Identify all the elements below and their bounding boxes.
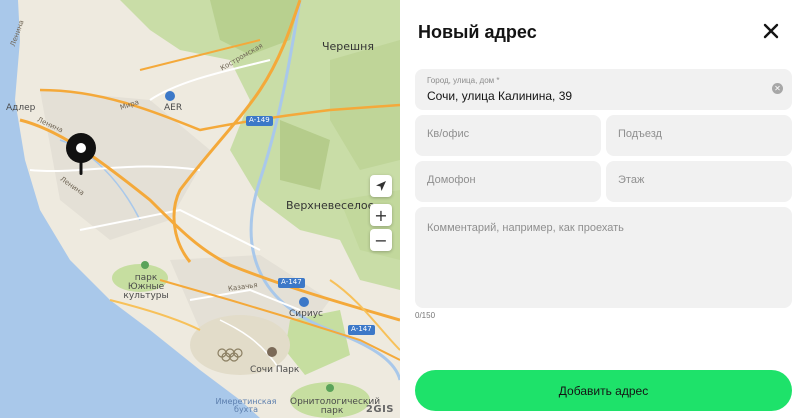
map-label-sochi-park: Сочи Парк (250, 365, 300, 375)
floor-placeholder: Этаж (618, 174, 645, 186)
map-label-park: парк Южные культуры (123, 273, 169, 301)
comment-field[interactable]: Комментарий, например, как проехать (415, 207, 792, 308)
navigation-arrow-icon (376, 181, 386, 191)
location-pin-icon[interactable] (64, 133, 98, 177)
map-label-aer: AER (164, 103, 183, 113)
map-view[interactable]: Черешня Верхневеселое Адлер Ленина Ленин… (0, 0, 400, 418)
address-field[interactable]: Город, улица, дом * Сочи, улица Калинина… (415, 69, 792, 110)
entrance-placeholder: Подъезд (618, 128, 662, 140)
clear-icon[interactable]: ✕ (772, 83, 783, 94)
office-placeholder: Кв/офис (427, 128, 470, 140)
road-badge-a147-2: А-147 (348, 325, 375, 335)
map-label-chereshnya: Черешня (322, 40, 374, 53)
panel-title: Новый адрес (418, 22, 537, 42)
map-brand-logo: 2GIS (365, 404, 394, 415)
zoom-in-button[interactable]: + (370, 204, 392, 226)
close-icon[interactable] (761, 21, 781, 41)
road-badge-a147-1: А-147 (278, 278, 305, 288)
intercom-placeholder: Домофон (427, 174, 476, 186)
map-label-adler: Адлер (6, 103, 36, 113)
comment-counter: 0/150 (415, 311, 436, 320)
office-field[interactable]: Кв/офис (415, 115, 601, 156)
map-label-verkhnevesseloe: Верхневеселое (286, 199, 375, 212)
intercom-field[interactable]: Домофон (415, 161, 601, 202)
map-label-ornitolog: Орнитологический парк (290, 397, 381, 416)
entrance-field[interactable]: Подъезд (606, 115, 792, 156)
address-field-label: Город, улица, дом * (427, 76, 500, 85)
new-address-panel: Новый адрес Город, улица, дом * Сочи, ул… (400, 0, 800, 418)
add-address-button[interactable]: Добавить адрес (415, 370, 792, 411)
comment-placeholder: Комментарий, например, как проехать (427, 222, 624, 234)
map-label-sirius: Сириус (289, 309, 323, 319)
map-label-imeretinskaya: Имеретинская бухта (215, 397, 277, 414)
zoom-out-button[interactable]: − (370, 229, 392, 251)
locate-button[interactable] (370, 175, 392, 197)
road-badge-a149: А-149 (246, 116, 273, 126)
address-field-value[interactable]: Сочи, улица Калинина, 39 (427, 89, 572, 103)
floor-field[interactable]: Этаж (606, 161, 792, 202)
